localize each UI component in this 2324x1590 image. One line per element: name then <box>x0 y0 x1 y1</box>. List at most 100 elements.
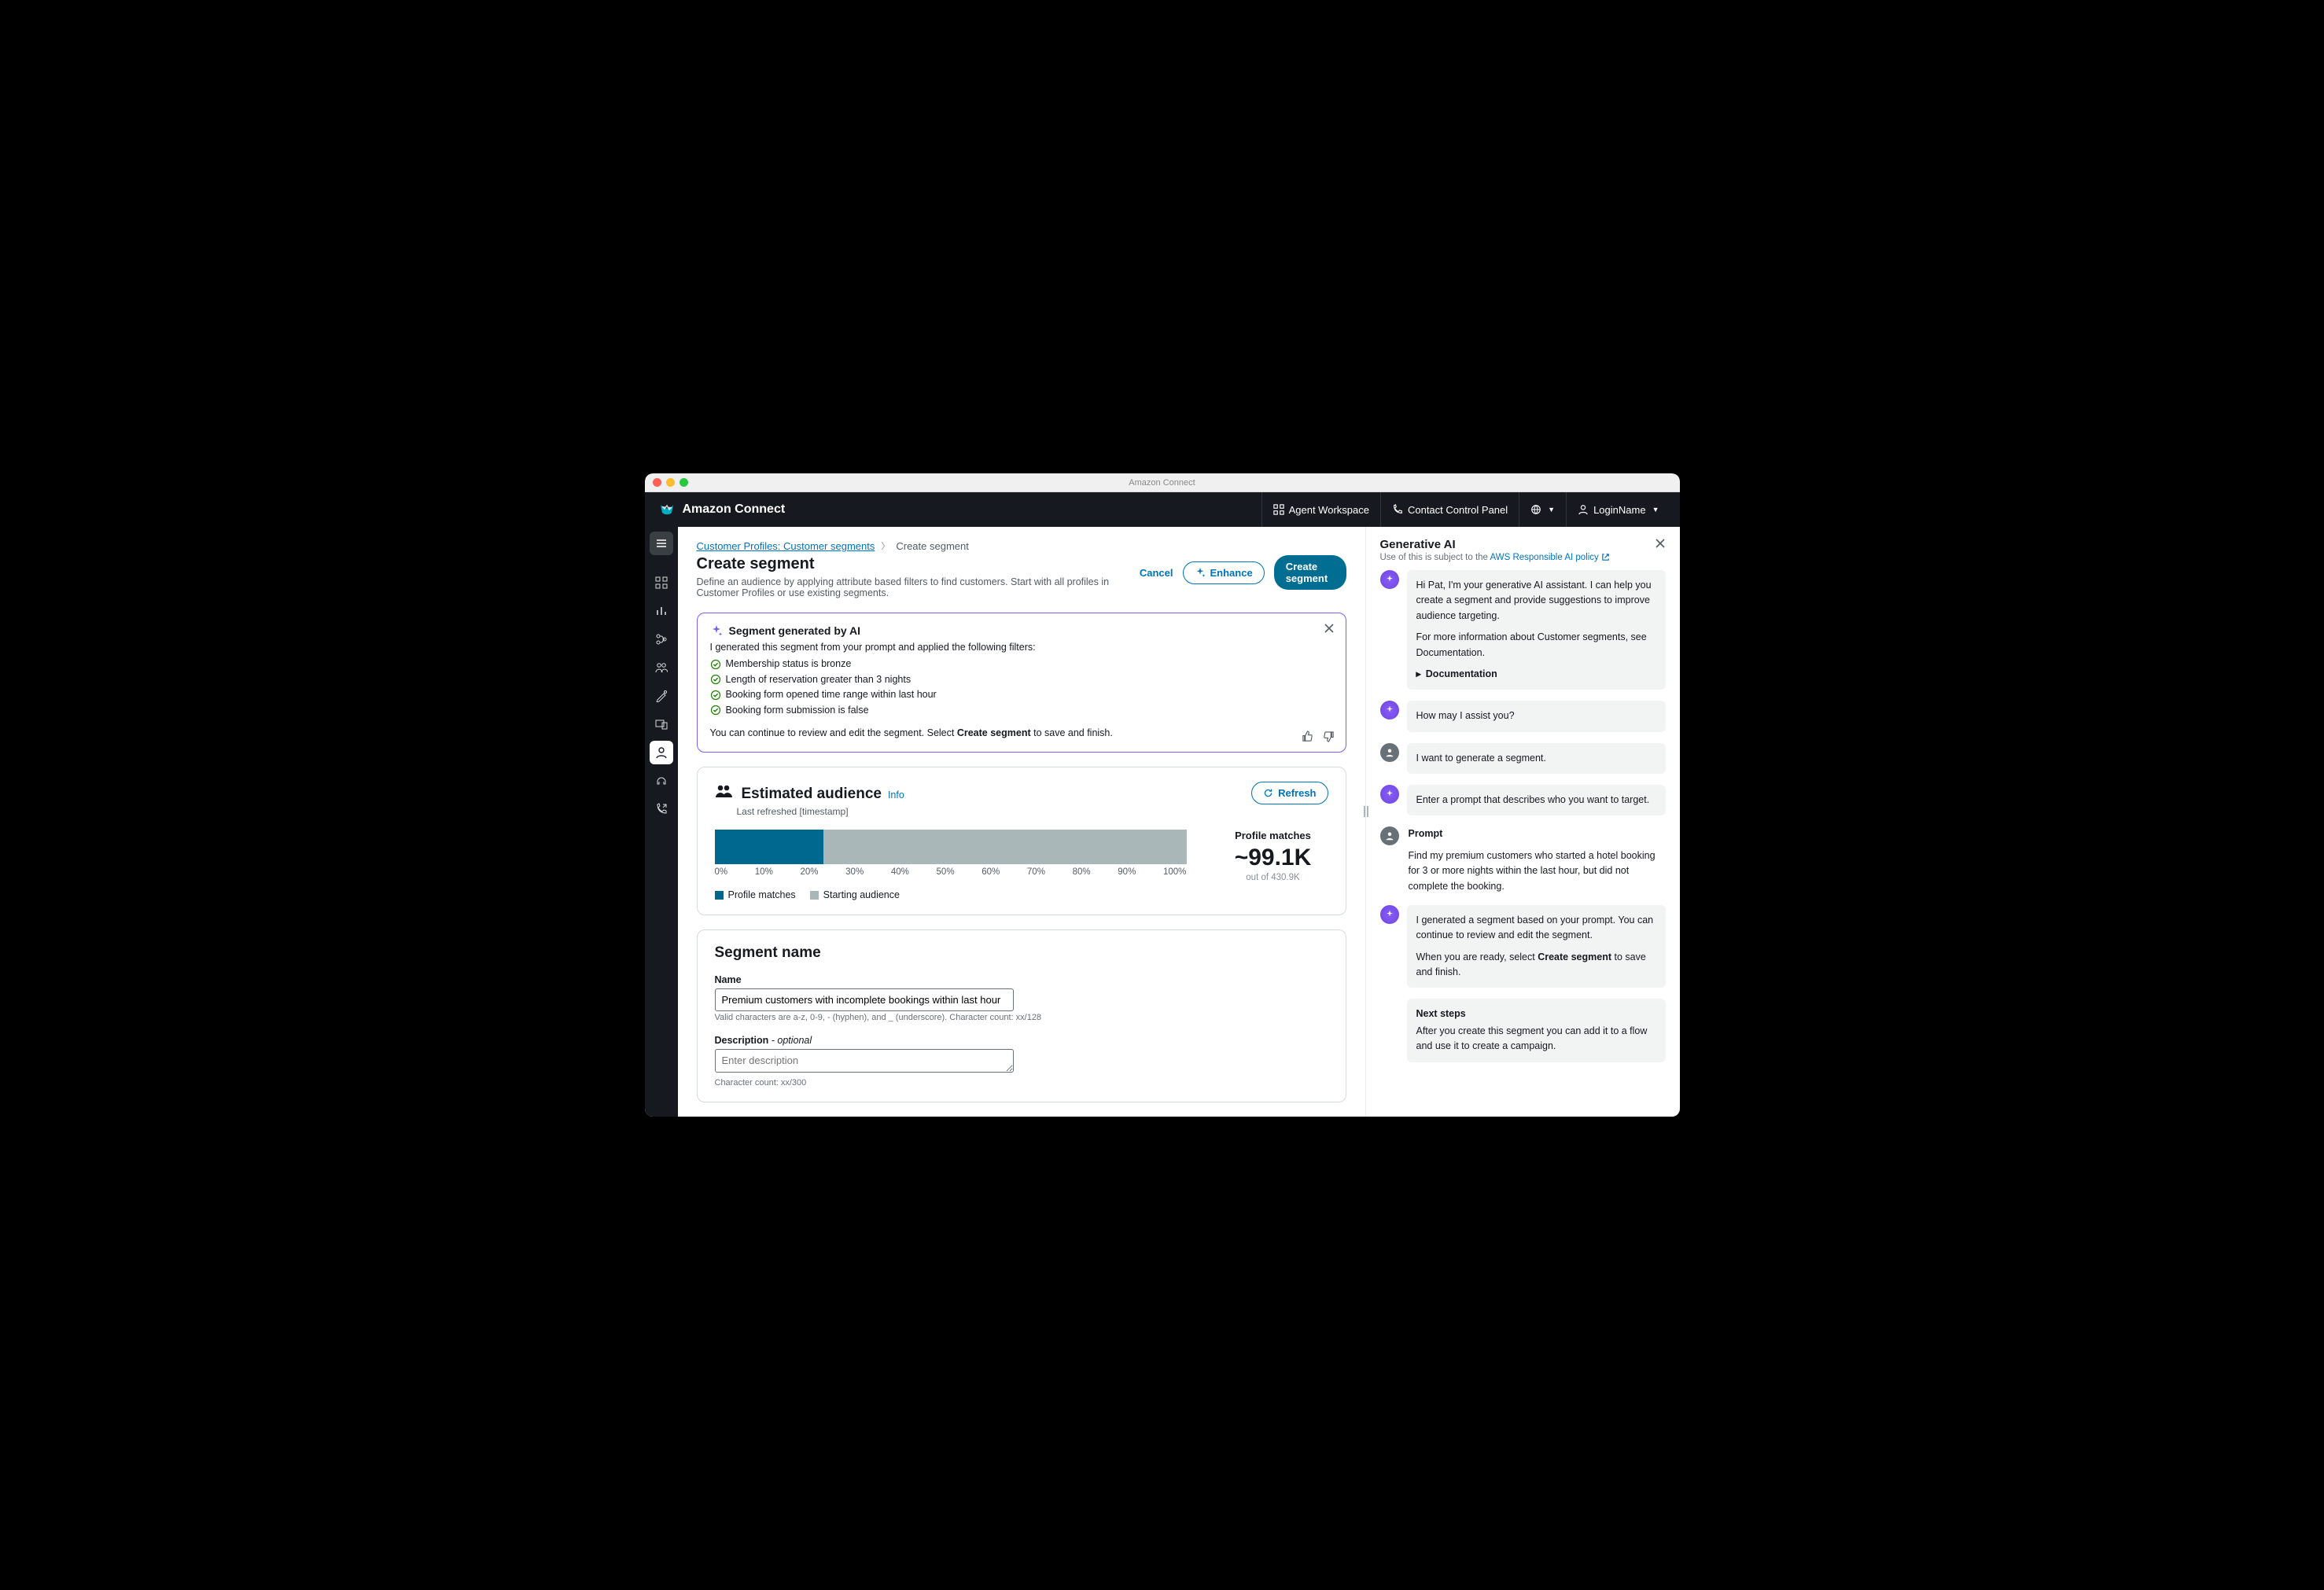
page-actions: Cancel Enhance Create segment <box>1140 555 1346 590</box>
minimize-window-icon[interactable] <box>666 478 675 487</box>
audience-bar-chart: 0%10%20%30%40%50%60%70%80%90%100% Profil… <box>715 830 1187 900</box>
external-link-icon <box>1601 553 1610 561</box>
description-input[interactable] <box>715 1049 1014 1073</box>
connect-logo-icon <box>657 500 676 519</box>
tick-label: 60% <box>982 867 1000 877</box>
agent-workspace-label: Agent Workspace <box>1289 504 1369 516</box>
profile-icon <box>655 746 668 759</box>
ai-box-continue: You can continue to review and edit the … <box>710 726 1333 741</box>
policy-link[interactable]: AWS Responsible AI policy <box>1490 553 1610 562</box>
menu-toggle[interactable] <box>650 532 673 555</box>
check-circle-icon <box>710 705 721 716</box>
check-circle-icon <box>710 674 721 685</box>
chevron-down-icon: ▼ <box>1548 506 1555 513</box>
segment-name-card: Segment name Name Valid characters are a… <box>697 929 1346 1102</box>
traffic-lights <box>653 478 688 487</box>
user-icon <box>1578 504 1589 515</box>
ai-filter-item: Booking form submission is false <box>710 703 1333 718</box>
user-prompt-message: Prompt Find my premium customers who sta… <box>1407 826 1666 894</box>
refresh-button[interactable]: Refresh <box>1251 782 1328 804</box>
phone-out-icon <box>655 803 668 815</box>
legend-matches: Profile matches <box>715 889 796 900</box>
nav-outbound[interactable] <box>650 797 673 821</box>
close-icon[interactable] <box>1324 623 1335 638</box>
nav-headset[interactable] <box>650 769 673 793</box>
generative-ai-panel: Generative AI Use of this is subject to … <box>1365 527 1680 1117</box>
page-subtitle: Define an audience by applying attribute… <box>697 576 1140 598</box>
ai-message: Enter a prompt that describes who you wa… <box>1407 785 1666 815</box>
info-link[interactable]: Info <box>888 789 904 801</box>
ai-avatar-icon <box>1380 785 1399 804</box>
globe-icon <box>1530 504 1541 515</box>
sparkle-icon <box>710 624 723 637</box>
users-icon <box>655 661 668 674</box>
name-label: Name <box>715 974 1328 985</box>
logo[interactable]: Amazon Connect <box>657 500 786 519</box>
last-refreshed: Last refreshed [timestamp] <box>737 806 1328 817</box>
user-avatar-icon <box>1380 826 1399 845</box>
documentation-toggle[interactable]: ▸ Documentation <box>1416 667 1656 682</box>
close-panel-icon[interactable] <box>1655 538 1666 553</box>
ai-box-intro: I generated this segment from your promp… <box>710 640 1333 655</box>
enhance-button[interactable]: Enhance <box>1183 561 1265 584</box>
contact-panel-link[interactable]: Contact Control Panel <box>1380 492 1519 527</box>
feedback-buttons <box>1302 731 1335 742</box>
create-segment-button[interactable]: Create segment <box>1274 555 1346 590</box>
match-sub: out of 430.9K <box>1218 873 1328 882</box>
ai-message: How may I assist you? <box>1407 701 1666 731</box>
cancel-button[interactable]: Cancel <box>1140 567 1173 579</box>
ai-avatar-icon <box>1380 905 1399 924</box>
window-frame: Amazon Connect Amazon Connect Agent Work… <box>645 473 1680 1117</box>
locale-menu[interactable]: ▼ <box>1519 492 1566 527</box>
ai-avatar-icon <box>1380 570 1399 589</box>
profile-matches-bar <box>715 830 823 864</box>
enhance-label: Enhance <box>1210 567 1253 579</box>
phone-icon <box>1392 504 1403 515</box>
topbar-right: Agent Workspace Contact Control Panel ▼ … <box>1261 492 1670 527</box>
topbar: Amazon Connect Agent Workspace Contact C… <box>645 492 1680 527</box>
sparkle-icon <box>1195 567 1206 578</box>
ai-filter-item: Booking form opened time range within la… <box>710 687 1333 702</box>
thumbs-up-icon[interactable] <box>1302 731 1313 742</box>
left-nav <box>645 527 678 1117</box>
breadcrumb-root[interactable]: Customer Profiles: Customer segments <box>697 540 875 552</box>
nav-customer-profiles[interactable] <box>650 741 673 764</box>
breadcrumb: Customer Profiles: Customer segments 〉 C… <box>697 539 1346 552</box>
close-window-icon[interactable] <box>653 478 661 487</box>
nav-flows[interactable] <box>650 628 673 651</box>
name-input[interactable] <box>715 988 1014 1011</box>
ai-filter-item: Length of reservation greater than 3 nig… <box>710 672 1333 687</box>
nav-analytics[interactable] <box>650 599 673 623</box>
match-value: ~99.1K <box>1218 845 1328 871</box>
user-menu[interactable]: LoginName ▼ <box>1566 492 1670 527</box>
description-label: Description - optional <box>715 1035 1328 1046</box>
contact-panel-label: Contact Control Panel <box>1408 504 1508 516</box>
x-axis-ticks: 0%10%20%30%40%50%60%70%80%90%100% <box>715 867 1187 877</box>
tick-label: 80% <box>1073 867 1091 877</box>
legend-starting: Starting audience <box>810 889 900 900</box>
grid-icon <box>1273 504 1284 515</box>
panel-collapse-handle[interactable] <box>1359 802 1373 821</box>
profile-matches-summary: Profile matches ~99.1K out of 430.9K <box>1218 830 1328 882</box>
tick-label: 90% <box>1118 867 1136 877</box>
agent-workspace-link[interactable]: Agent Workspace <box>1261 492 1380 527</box>
maximize-window-icon[interactable] <box>680 478 688 487</box>
audience-icon <box>715 784 732 798</box>
tick-label: 30% <box>845 867 864 877</box>
nav-users[interactable] <box>650 656 673 679</box>
name-hint: Valid characters are a-z, 0-9, - (hyphen… <box>715 1013 1328 1022</box>
nav-routing[interactable] <box>650 684 673 708</box>
chevron-down-icon: ▼ <box>1652 506 1659 513</box>
pen-icon <box>655 690 668 702</box>
ai-filter-item: Membership status is bronze <box>710 657 1333 672</box>
thumbs-down-icon[interactable] <box>1323 731 1335 742</box>
nav-channels[interactable] <box>650 712 673 736</box>
nav-dashboard[interactable] <box>650 571 673 594</box>
segment-name-title: Segment name <box>715 944 1328 962</box>
bar-chart-icon <box>655 605 668 617</box>
ai-box-title: Segment generated by AI <box>729 624 861 637</box>
chat-thread: Hi Pat, I'm your generative AI assistant… <box>1366 570 1680 1077</box>
ai-avatar-icon <box>1380 701 1399 720</box>
documentation-label: Documentation <box>1426 667 1497 682</box>
estimated-audience-card: Estimated audience Info Refresh Last ref… <box>697 767 1346 915</box>
